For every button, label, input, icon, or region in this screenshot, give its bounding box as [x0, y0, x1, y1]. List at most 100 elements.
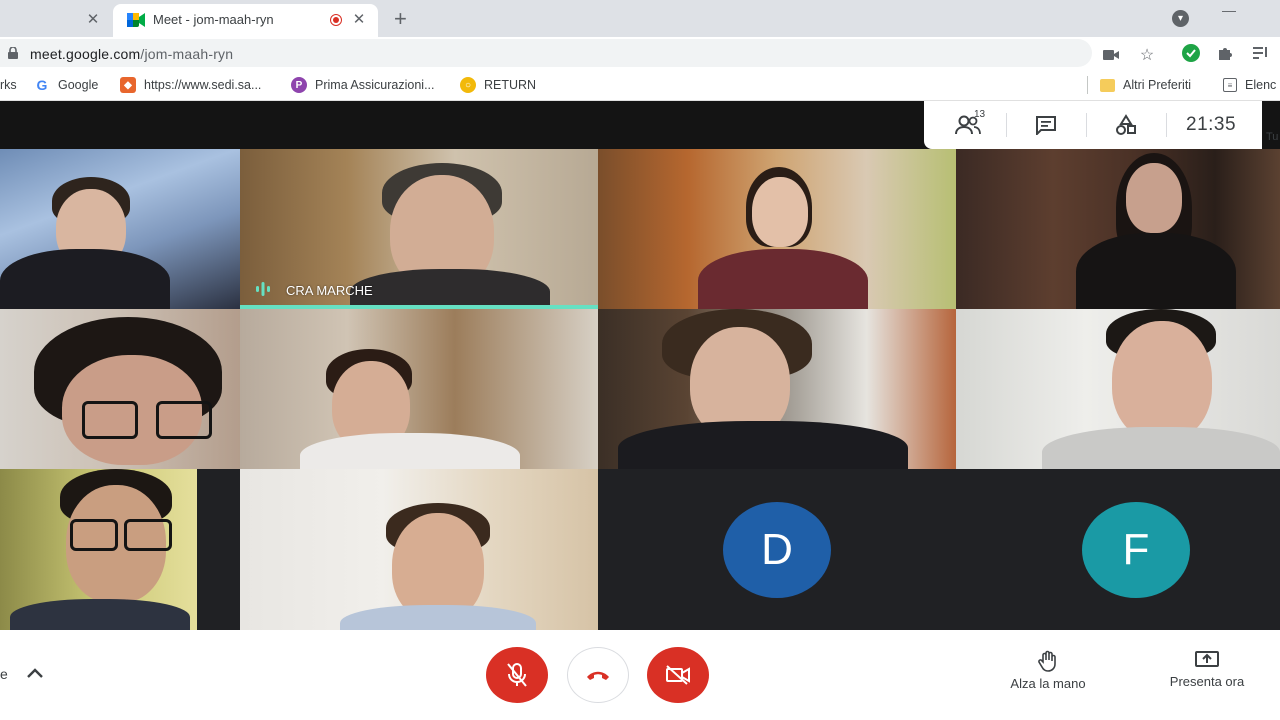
participant-figure — [1126, 163, 1182, 233]
camera-off-button[interactable] — [647, 647, 709, 703]
participant-video-tile-speaking[interactable]: CRA MARCHE — [240, 149, 598, 309]
raise-hand-label: Alza la mano — [1010, 676, 1086, 691]
participant-figure — [1042, 427, 1280, 469]
divider — [1166, 113, 1167, 137]
participant-video-tile[interactable] — [240, 469, 598, 630]
chat-icon — [1036, 116, 1056, 135]
participant-count: 13 — [974, 109, 986, 120]
self-name-partial: Tu — [1266, 131, 1279, 143]
lock-icon — [8, 47, 18, 59]
bookmark-google[interactable]: G Google — [34, 76, 98, 94]
participant-video-tile[interactable] — [598, 309, 956, 469]
divider — [1086, 113, 1087, 137]
address-bar: meet.google.com/jom-maah-ryn ☆ — [0, 37, 1280, 69]
participant-figure — [1112, 321, 1212, 441]
participant-figure — [1076, 233, 1236, 309]
participant-figure — [82, 401, 138, 439]
participant-figure — [156, 401, 212, 439]
participant-video-tile[interactable] — [0, 309, 240, 469]
chat-button[interactable] — [1032, 111, 1060, 139]
bookmark-label: https://www.sedi.sa... — [144, 78, 262, 92]
bookmark-label: Google — [58, 78, 99, 92]
media-control-icon[interactable] — [1250, 42, 1272, 64]
camera-off-icon — [666, 665, 690, 685]
participant-video-tile[interactable] — [956, 309, 1280, 469]
close-icon[interactable]: ✕ — [350, 11, 368, 29]
meet-logo-icon — [127, 13, 145, 27]
participant-figure — [300, 433, 520, 469]
participant-avatar: D — [723, 502, 831, 598]
activities-button[interactable] — [1112, 111, 1140, 139]
participant-video-tile[interactable] — [0, 469, 197, 630]
participant-figure — [698, 249, 868, 309]
bookmark-label: Prima Assicurazioni... — [315, 78, 435, 92]
google-icon: G — [34, 77, 50, 93]
participant-figure — [340, 605, 536, 630]
participant-figure — [0, 249, 170, 309]
url-text: meet.google.com/jom-maah-ryn — [30, 46, 233, 62]
present-icon — [1195, 651, 1219, 667]
close-icon[interactable]: ✕ — [84, 11, 102, 29]
divider — [1006, 113, 1007, 137]
mic-off-button[interactable] — [486, 647, 548, 703]
prima-icon: P — [291, 77, 307, 93]
meet-bottom-bar: e Alza la mano Presenta ora — [0, 630, 1280, 720]
participant-figure — [70, 519, 118, 551]
participant-video-tile[interactable] — [956, 149, 1280, 309]
minimize-icon[interactable]: — — [1222, 2, 1236, 18]
bookmark-label: Elenc — [1245, 78, 1277, 92]
bookmark-return[interactable]: ○ RETURN — [460, 76, 536, 94]
participant-figure — [350, 269, 550, 309]
present-label: Presenta ora — [1169, 674, 1245, 689]
meet-call-area: 13 21:35 Tu CRA MARCHE D F — [0, 101, 1280, 630]
extension-check-icon[interactable] — [1180, 42, 1202, 64]
bookmarks-divider — [1087, 76, 1088, 94]
participants-button[interactable]: 13 — [950, 109, 986, 139]
participant-name: CRA MARCHE — [286, 283, 373, 298]
raise-hand-button[interactable]: Alza la mano — [988, 650, 1108, 691]
bookmark-prima[interactable]: P Prima Assicurazioni... — [291, 76, 434, 94]
meeting-details-partial: e — [0, 666, 8, 682]
browser-tab-bar: ✕ Meet - jom-maah-ryn ✕ + ▾ — — [0, 0, 1280, 37]
audio-level-icon — [256, 282, 270, 296]
bookmark-star-icon[interactable]: ☆ — [1136, 44, 1158, 66]
participant-figure — [618, 421, 908, 469]
participant-figure — [752, 177, 808, 247]
url-path: /jom-maah-ryn — [140, 46, 234, 62]
participant-video-tile[interactable] — [598, 149, 956, 309]
camera-permission-icon[interactable] — [1100, 44, 1122, 66]
avatar-initial: D — [761, 525, 793, 574]
end-call-button[interactable] — [567, 647, 629, 703]
bookmark-other-folder[interactable]: Altri Preferiti — [1100, 76, 1191, 94]
bookmark-label: Altri Preferiti — [1123, 78, 1192, 92]
end-call-icon — [587, 671, 609, 680]
url-field[interactable]: meet.google.com/jom-maah-ryn ☆ — [0, 39, 1154, 67]
bookmark-item[interactable]: rks — [0, 76, 17, 94]
meeting-clock: 21:35 — [1186, 114, 1237, 135]
participant-figure — [10, 599, 190, 630]
tab-search-icon[interactable]: ▾ — [1172, 10, 1189, 27]
activities-icon — [1116, 114, 1136, 135]
tab-meet[interactable]: Meet - jom-maah-ryn ✕ — [113, 4, 378, 37]
participant-avatar: F — [1082, 502, 1190, 598]
present-now-button[interactable]: Presenta ora — [1147, 650, 1267, 689]
reading-list[interactable]: ≡ Elenc — [1223, 76, 1276, 94]
extensions-puzzle-icon[interactable] — [1214, 42, 1236, 64]
hand-icon — [1038, 650, 1056, 672]
bookmark-sedi[interactable]: ◆ https://www.sedi.sa... — [120, 76, 261, 94]
mic-off-icon — [507, 663, 527, 687]
return-icon: ○ — [460, 77, 476, 93]
reading-list-icon: ≡ — [1223, 78, 1237, 92]
avatar-initial: F — [1122, 525, 1150, 574]
participant-figure — [124, 519, 172, 551]
participant-video-tile[interactable] — [0, 149, 240, 309]
tab-inactive[interactable]: ✕ — [0, 4, 112, 37]
recording-icon — [330, 14, 342, 26]
folder-icon — [1100, 78, 1115, 92]
shield-icon: ◆ — [120, 77, 136, 93]
new-tab-icon[interactable]: + — [394, 6, 407, 32]
url-domain: meet.google.com — [30, 46, 141, 62]
bookmarks-bar: rks G Google ◆ https://www.sedi.sa... P … — [0, 69, 1280, 101]
participant-video-tile[interactable] — [240, 309, 598, 469]
chevron-up-icon[interactable] — [26, 666, 44, 680]
